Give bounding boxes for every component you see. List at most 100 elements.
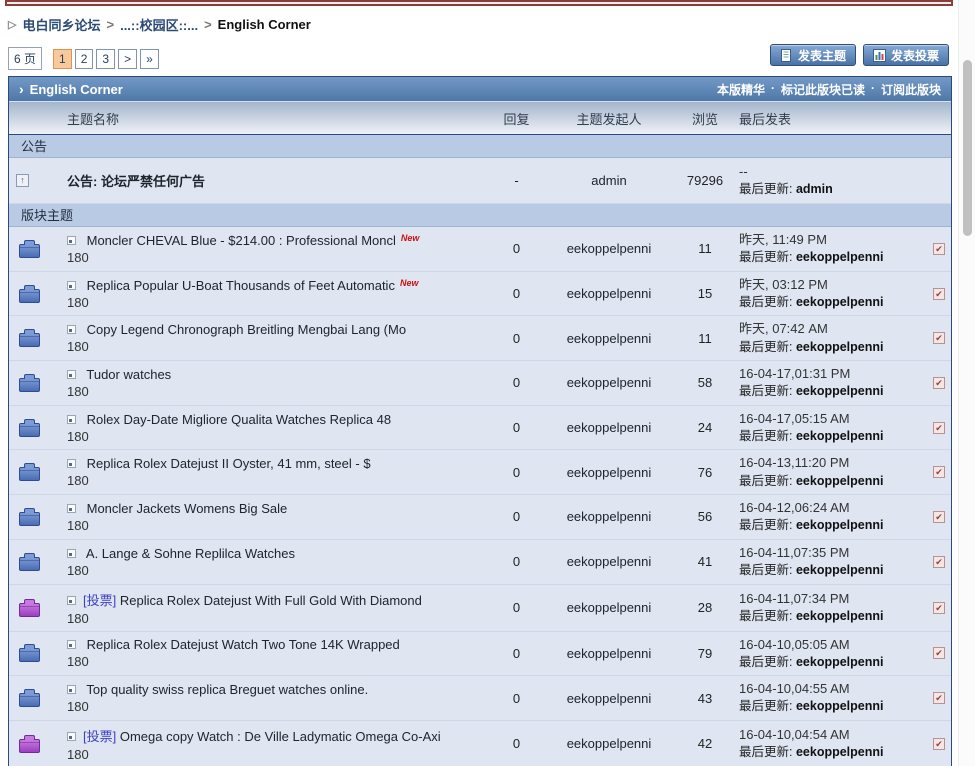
topic-last-date: 16-04-10,04:55 AM: [739, 680, 927, 698]
topic-last-date: 16-04-11,07:34 PM: [739, 590, 927, 608]
folder-icon: [19, 467, 40, 481]
topic-title-link[interactable]: Omega copy Watch : De Ville Ladymatic Om…: [120, 729, 441, 744]
breadcrumb-category[interactable]: ...::校园区::...: [120, 15, 198, 34]
goto-unread-icon[interactable]: [67, 549, 76, 558]
page-1-button[interactable]: 1: [53, 49, 72, 69]
topic-starter-link[interactable]: eekoppelpenni: [567, 286, 652, 301]
page-2-button[interactable]: 2: [75, 49, 94, 69]
topic-last-by[interactable]: eekoppelpenni: [796, 250, 884, 264]
topic-starter-link[interactable]: eekoppelpenni: [567, 509, 652, 524]
goto-unread-icon[interactable]: [67, 640, 76, 649]
new-poll-button[interactable]: 发表投票: [863, 44, 949, 66]
topic-starter-link[interactable]: eekoppelpenni: [567, 691, 652, 706]
goto-unread-icon[interactable]: [67, 281, 76, 290]
topic-starter-link[interactable]: eekoppelpenni: [567, 465, 652, 480]
topic-last-by[interactable]: eekoppelpenni: [796, 655, 884, 669]
topic-last-by[interactable]: eekoppelpenni: [796, 745, 884, 759]
breadcrumb-separator: >: [204, 17, 212, 32]
topic-last-by[interactable]: eekoppelpenni: [796, 384, 884, 398]
goto-last-post-icon[interactable]: ✔: [933, 692, 945, 704]
topic-title-link[interactable]: Replica Popular U-Boat Thousands of Feet…: [87, 278, 395, 293]
topic-title-link[interactable]: Replica Rolex Datejust With Full Gold Wi…: [120, 593, 422, 608]
topic-views: 79: [674, 646, 736, 661]
last-update-label: 最后更新:: [739, 563, 792, 577]
announcement-last-by[interactable]: admin: [796, 182, 833, 196]
goto-unread-icon[interactable]: [67, 415, 76, 424]
topic-subtext: 180: [67, 611, 483, 626]
goto-last-post-icon[interactable]: ✔: [933, 466, 945, 478]
topic-title-link[interactable]: Tudor watches: [86, 367, 171, 382]
breadcrumb-current: English Corner: [218, 17, 311, 32]
topic-replies: 0: [489, 646, 544, 661]
goto-unread-icon[interactable]: [67, 504, 76, 513]
topic-title-link[interactable]: Replica Rolex Datejust Watch Two Tone 14…: [87, 637, 400, 652]
board-table: › English Corner 本版精华 · 标记此版块已读 · 订阅此版块 …: [8, 76, 952, 766]
goto-unread-icon[interactable]: [67, 685, 76, 694]
page-count: 6 页: [8, 47, 42, 70]
new-poll-icon: [873, 49, 886, 62]
last-page-button[interactable]: »: [140, 49, 159, 69]
page-3-button[interactable]: 3: [96, 49, 115, 69]
board-actions: 发表主题 发表投票: [770, 44, 949, 66]
goto-last-post-icon[interactable]: ✔: [933, 377, 945, 389]
announcement-title[interactable]: 公告: 论坛严禁任何广告: [67, 174, 205, 189]
topic-starter-link[interactable]: eekoppelpenni: [567, 736, 652, 751]
announcement-last-date: --: [739, 163, 927, 181]
goto-last-post-icon[interactable]: ✔: [933, 332, 945, 344]
announcement-row: ↑ 公告: 论坛严禁任何广告 - admin 79296 -- 最后更新: ad…: [9, 158, 951, 204]
topic-last-date: 16-04-10,04:54 AM: [739, 726, 927, 744]
goto-last-post-icon[interactable]: ✔: [933, 511, 945, 523]
folder-icon: [19, 378, 40, 392]
subscribe-link[interactable]: 订阅此版块: [881, 81, 941, 98]
board-best-link[interactable]: 本版精华: [717, 81, 765, 98]
goto-unread-icon[interactable]: [67, 325, 76, 334]
topic-title-link[interactable]: Rolex Day-Date Migliore Qualita Watches …: [87, 412, 391, 427]
poll-prefix: [投票]: [83, 593, 120, 608]
topic-starter-link[interactable]: eekoppelpenni: [567, 600, 652, 615]
topic-title-link[interactable]: Replica Rolex Datejust II Oyster, 41 mm,…: [87, 456, 371, 471]
goto-unread-icon[interactable]: [67, 236, 76, 245]
folder-icon: [19, 333, 40, 347]
topic-starter-link[interactable]: eekoppelpenni: [567, 331, 652, 346]
topic-last-by[interactable]: eekoppelpenni: [796, 429, 884, 443]
topic-last-by[interactable]: eekoppelpenni: [796, 609, 884, 623]
topic-last-by[interactable]: eekoppelpenni: [796, 295, 884, 309]
goto-unread-icon[interactable]: [67, 732, 76, 741]
goto-last-post-icon[interactable]: ✔: [933, 422, 945, 434]
mark-read-link[interactable]: 标记此版块已读: [781, 81, 865, 98]
goto-unread-icon[interactable]: [67, 596, 76, 605]
link-separator: ·: [871, 81, 875, 98]
goto-last-post-icon[interactable]: ✔: [933, 243, 945, 255]
topic-title-link[interactable]: Top quality swiss replica Breguet watche…: [86, 682, 368, 697]
topic-last-by[interactable]: eekoppelpenni: [796, 563, 884, 577]
topic-starter-link[interactable]: eekoppelpenni: [567, 646, 652, 661]
topic-last-by[interactable]: eekoppelpenni: [796, 340, 884, 354]
goto-unread-icon[interactable]: [67, 370, 76, 379]
topic-starter-link[interactable]: eekoppelpenni: [567, 420, 652, 435]
goto-last-post-icon[interactable]: ✔: [933, 738, 945, 750]
topic-title-link[interactable]: A. Lange & Sohne Replilca Watches: [86, 546, 295, 561]
new-topic-button[interactable]: 发表主题: [770, 44, 856, 66]
topic-last-by[interactable]: eekoppelpenni: [796, 474, 884, 488]
announcement-starter[interactable]: admin: [591, 173, 626, 188]
goto-unread-icon[interactable]: [67, 459, 76, 468]
goto-last-post-icon[interactable]: ✔: [933, 602, 945, 614]
topic-title-link[interactable]: Copy Legend Chronograph Breitling Mengba…: [87, 322, 406, 337]
goto-last-post-icon[interactable]: ✔: [933, 288, 945, 300]
topic-starter-link[interactable]: eekoppelpenni: [567, 554, 652, 569]
goto-last-post-icon[interactable]: ✔: [933, 647, 945, 659]
topic-views: 15: [674, 286, 736, 301]
topic-views: 42: [674, 736, 736, 751]
goto-last-post-icon[interactable]: ✔: [933, 556, 945, 568]
topic-title-link[interactable]: Moncler CHEVAL Blue - $214.00 : Professi…: [87, 233, 396, 248]
topic-starter-link[interactable]: eekoppelpenni: [567, 375, 652, 390]
vertical-scrollbar[interactable]: [958, 0, 975, 766]
topic-last-by[interactable]: eekoppelpenni: [796, 518, 884, 532]
scrollbar-thumb[interactable]: [963, 60, 972, 236]
topic-starter-link[interactable]: eekoppelpenni: [567, 241, 652, 256]
topic-title-link[interactable]: Moncler Jackets Womens Big Sale: [87, 501, 288, 516]
next-page-button[interactable]: >: [118, 49, 137, 69]
breadcrumb-forum-home[interactable]: 电白同乡论坛: [22, 15, 100, 34]
last-update-label: 最后更新:: [739, 655, 792, 669]
topic-last-by[interactable]: eekoppelpenni: [796, 699, 884, 713]
